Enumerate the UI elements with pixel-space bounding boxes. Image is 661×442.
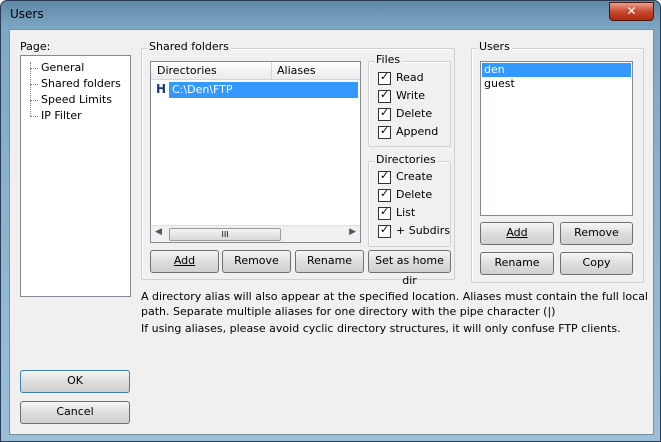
dialog-client-area: Page: General Shared folders Speed Limit… — [9, 29, 654, 435]
title-bar[interactable]: Users ✕ — [1, 1, 660, 29]
list-header: Directories Aliases — [151, 62, 360, 80]
write-label: Write — [396, 89, 426, 102]
alias-note-line-1: A directory alias will also appear at th… — [141, 290, 648, 303]
rename-folder-button[interactable]: Rename — [295, 250, 364, 273]
delete-dir-label: Delete — [396, 188, 433, 201]
subdirs-label: + Subdirs — [396, 224, 450, 237]
delete-file-label: Delete — [396, 107, 433, 120]
directory-path: C:\Den\FTP — [172, 83, 233, 96]
create-checkbox[interactable]: ✓ — [378, 169, 391, 184]
horizontal-scrollbar[interactable]: ◀ III ▶ — [151, 225, 360, 242]
add-user-button[interactable]: Add — [480, 222, 554, 245]
rename-folder-label: Rename — [306, 254, 353, 267]
set-home-dir-label: Set as home dir — [375, 254, 444, 287]
ok-label: OK — [67, 374, 83, 387]
check-icon: ✓ — [380, 223, 390, 236]
check-icon: ✓ — [380, 88, 390, 101]
scroll-thumb[interactable]: III — [169, 228, 281, 241]
scroll-right-icon[interactable]: ▶ — [349, 227, 356, 237]
append-checkbox[interactable]: ✓ — [378, 124, 391, 139]
column-divider[interactable] — [271, 62, 272, 79]
append-label: Append — [396, 125, 439, 138]
remove-user-label: Remove — [574, 226, 619, 239]
subdirs-checkbox[interactable]: ✓ — [378, 223, 391, 238]
write-checkbox[interactable]: ✓ — [378, 88, 391, 103]
close-icon: ✕ — [626, 4, 637, 18]
tree-connector — [30, 100, 38, 101]
close-button[interactable]: ✕ — [609, 2, 654, 21]
shared-folders-title: Shared folders — [147, 40, 231, 53]
column-aliases[interactable]: Aliases — [277, 64, 316, 77]
set-home-dir-button[interactable]: Set as home dir — [368, 250, 451, 287]
add-folder-label: Add — [173, 254, 196, 267]
remove-folder-label: Remove — [234, 254, 279, 267]
list-checkbox[interactable]: ✓ — [378, 205, 391, 220]
check-icon: ✓ — [380, 187, 390, 200]
directories-group-title: Directories — [374, 153, 438, 166]
page-tree[interactable]: General Shared folders Speed Limits IP F… — [20, 55, 131, 297]
table-row[interactable]: H C:\Den\FTP — [153, 82, 358, 98]
column-directories[interactable]: Directories — [157, 64, 217, 77]
tree-connector — [30, 68, 38, 69]
create-label: Create — [396, 170, 433, 183]
delete-file-checkbox[interactable]: ✓ — [378, 106, 391, 121]
list-item[interactable]: den — [482, 63, 631, 77]
add-folder-button[interactable]: Add — [150, 250, 219, 273]
remove-user-button[interactable]: Remove — [560, 222, 633, 245]
tree-vertical-line — [30, 62, 31, 116]
tree-connector — [30, 84, 38, 85]
alias-note-line-3: If using aliases, please avoid cyclic di… — [141, 322, 621, 335]
list-label: List — [396, 206, 416, 219]
tree-connector — [30, 116, 38, 117]
list-item[interactable]: guest — [482, 77, 631, 91]
add-user-label: Add — [506, 226, 528, 239]
user-guest: guest — [484, 77, 515, 90]
read-label: Read — [396, 71, 424, 84]
page-item-ip-filter[interactable]: IP Filter — [41, 109, 82, 122]
check-icon: ✓ — [380, 169, 390, 182]
copy-user-button[interactable]: Copy — [560, 252, 633, 275]
read-checkbox[interactable]: ✓ — [378, 70, 391, 85]
window-title: Users — [10, 7, 44, 21]
users-list[interactable]: den guest — [480, 61, 633, 216]
rename-user-label: Rename — [494, 256, 540, 269]
cancel-button[interactable]: Cancel — [20, 401, 130, 424]
check-icon: ✓ — [380, 106, 390, 119]
cancel-label: Cancel — [56, 405, 94, 418]
delete-dir-checkbox[interactable]: ✓ — [378, 187, 391, 202]
check-icon: ✓ — [380, 70, 390, 83]
scroll-left-icon[interactable]: ◀ — [155, 227, 162, 237]
users-dialog-window: Users ✕ Page: General Shared folders Spe… — [0, 0, 661, 442]
page-item-general[interactable]: General — [41, 61, 84, 74]
home-dir-flag: H — [156, 82, 167, 96]
directories-list[interactable]: Directories Aliases H C:\Den\FTP ◀ III ▶ — [150, 61, 361, 243]
alias-note-line-2: path. Separate multiple aliases for one … — [141, 305, 556, 318]
check-icon: ✓ — [380, 124, 390, 137]
rename-user-button[interactable]: Rename — [480, 252, 554, 275]
users-group-title: Users — [477, 40, 512, 53]
page-item-speed-limits[interactable]: Speed Limits — [41, 93, 112, 106]
files-group-title: Files — [374, 53, 403, 66]
scroll-grip-icon: III — [221, 230, 229, 239]
user-den: den — [484, 63, 505, 76]
ok-button[interactable]: OK — [20, 370, 130, 393]
page-label: Page: — [20, 40, 51, 53]
remove-folder-button[interactable]: Remove — [222, 250, 291, 273]
copy-user-label: Copy — [582, 256, 611, 269]
row-selection-highlight: C:\Den\FTP — [169, 82, 358, 98]
check-icon: ✓ — [380, 205, 390, 218]
page-item-shared-folders[interactable]: Shared folders — [41, 77, 121, 90]
